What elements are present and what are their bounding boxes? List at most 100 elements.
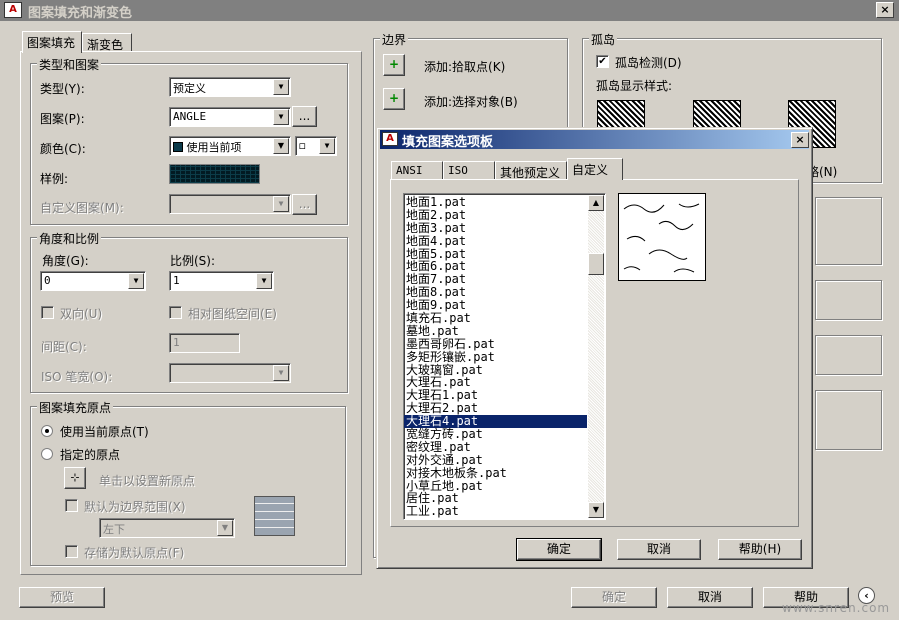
pattern-list[interactable]: 地面1.pat 地面2.pat 地面3.pat 地面4.pat 地面5.pat 地面6.p…	[403, 193, 606, 520]
select-objects-label: 添加:选择对象(B)	[424, 95, 518, 109]
close-button[interactable]: ×	[876, 2, 894, 18]
none-color-icon: ◻	[299, 139, 306, 152]
store-default-label: 存储为默认原点(F)	[84, 546, 185, 560]
type-value: 预定义	[173, 82, 206, 95]
dialog-title: 填充图案选项板	[380, 130, 809, 150]
pattern-select[interactable]: ANGLE ▼	[169, 107, 291, 127]
angle-select[interactable]: 0 ▼	[40, 271, 146, 291]
options-group	[815, 335, 882, 375]
group-label: 边界	[380, 31, 409, 48]
island-detect-label: 孤岛检测(D)	[615, 56, 682, 70]
type-label: 类型(Y):	[40, 82, 85, 96]
spacing-input[interactable]: 1	[169, 333, 240, 353]
scale-select[interactable]: 1 ▼	[169, 271, 274, 291]
double-checkbox[interactable]	[41, 306, 54, 319]
background-color-select[interactable]: ◻ ▼	[295, 136, 337, 156]
watermark: www.snren.com	[782, 601, 891, 615]
pick-points-label: 添加:拾取点(K)	[424, 60, 506, 74]
angle-value: 0	[44, 274, 51, 287]
type-select[interactable]: 预定义 ▼	[169, 77, 291, 97]
group-label: 角度和比例	[37, 230, 102, 247]
relative-checkbox[interactable]	[169, 306, 182, 319]
radio-dot	[45, 429, 49, 433]
use-current-origin-radio[interactable]	[41, 425, 53, 437]
custom-pattern-select[interactable]: ▼	[169, 194, 291, 214]
chevron-down-icon: ▼	[273, 365, 289, 381]
scale-value: 1	[173, 274, 180, 287]
app-icon: A	[4, 2, 22, 18]
scrollbar[interactable]: ▲ ▼	[588, 195, 604, 518]
tab-other-predefined[interactable]: 其他预定义	[495, 161, 567, 180]
palette-cancel-button[interactable]: 取消	[617, 539, 701, 560]
default-extent-checkbox[interactable]	[65, 499, 78, 512]
window-title: 图案填充和渐变色	[0, 0, 899, 21]
tab-custom[interactable]: 自定义	[567, 158, 623, 180]
dialog-close-button[interactable]: ×	[791, 132, 809, 148]
hatch-palette-dialog: 填充图案选项板 A × ANSI ISO 其他预定义 自定义 地面1.pat 地面…	[376, 127, 813, 569]
ok-button[interactable]: 确定	[571, 587, 657, 608]
pick-point-icon: ⊹	[70, 471, 80, 484]
options-group	[815, 197, 882, 265]
preview-button[interactable]: 预览	[19, 587, 105, 608]
palette-ok-button[interactable]: 确定	[516, 538, 602, 561]
tab-iso[interactable]: ISO	[443, 161, 495, 180]
pattern-value: ANGLE	[173, 110, 207, 123]
scale-label: 比例(S):	[170, 254, 216, 268]
default-extent-label: 默认为边界范围(X)	[84, 500, 186, 514]
palette-help-button[interactable]: 帮助(H)	[718, 539, 802, 560]
marble-pattern-icon	[623, 203, 700, 273]
double-label: 双向(U)	[60, 307, 103, 321]
color-value: 使用当前项	[186, 141, 242, 154]
pattern-list-item[interactable]: 工业.pat	[404, 505, 587, 518]
pattern-list-item[interactable]: 宽缝方砖.pat	[404, 428, 587, 441]
specified-origin-radio[interactable]	[41, 448, 53, 460]
island-detect-checkbox[interactable]: ✔	[596, 55, 609, 68]
group-label: 孤岛	[589, 31, 618, 48]
group-label: 图案填充原点	[37, 399, 114, 416]
custom-browse-button[interactable]: ...	[292, 194, 317, 215]
iso-pen-select[interactable]: ▼	[169, 363, 291, 383]
pattern-swatch[interactable]	[169, 164, 260, 184]
origin-position-select[interactable]: 左下 ▼	[99, 518, 235, 538]
chevron-down-icon: ▼	[217, 520, 233, 536]
add-icon: +	[388, 91, 400, 105]
pattern-list-item[interactable]: 对接木地板条.pat	[404, 466, 587, 480]
color-select[interactable]: 使用当前项 ▼	[169, 136, 291, 156]
pattern-list-item[interactable]: 墨西哥卵石.pat	[404, 337, 587, 351]
scroll-thumb[interactable]	[588, 253, 604, 275]
scroll-up-button[interactable]: ▲	[588, 195, 604, 211]
select-objects-button[interactable]: +	[383, 88, 405, 110]
relative-label: 相对图纸空间(E)	[188, 307, 277, 321]
pattern-browse-button[interactable]: ...	[292, 106, 317, 127]
pattern-list-item[interactable]: 填充石.pat	[404, 312, 587, 325]
specified-origin-label: 指定的原点	[60, 448, 121, 462]
use-current-origin-label: 使用当前原点(T)	[60, 425, 149, 439]
pattern-list-item[interactable]: 密纹理.pat	[404, 440, 587, 454]
chevron-down-icon: ▼	[273, 109, 289, 125]
pattern-list-item[interactable]: 地面1.pat	[404, 196, 587, 209]
swatch-label: 样例:	[40, 172, 69, 186]
pattern-list-item[interactable]: 地面2.pat	[404, 208, 587, 222]
add-icon: +	[388, 57, 400, 71]
color-label: 颜色(C):	[40, 142, 86, 156]
angle-label: 角度(G):	[42, 254, 89, 268]
pattern-list-item[interactable]: 地面3.pat	[404, 221, 587, 235]
origin-position-value: 左下	[103, 523, 125, 536]
scroll-down-button[interactable]: ▼	[588, 502, 604, 518]
app-icon: A	[382, 132, 398, 146]
chevron-down-icon: ▼	[256, 273, 272, 289]
chevron-down-icon: ▼	[319, 138, 335, 154]
pattern-list-item[interactable]: 墓地.pat	[404, 324, 587, 338]
options-group	[815, 390, 882, 450]
group-label: 类型和图案	[37, 56, 102, 73]
pick-points-button[interactable]: +	[383, 54, 405, 76]
tab-ansi[interactable]: ANSI	[391, 161, 443, 180]
tab-hatch[interactable]: 图案填充	[22, 31, 82, 53]
store-default-checkbox[interactable]	[65, 545, 78, 558]
cancel-button[interactable]: 取消	[667, 587, 753, 608]
pattern-list-item[interactable]: 多矩形镶嵌.pat	[404, 350, 587, 364]
pattern-list-item[interactable]: 地面4.pat	[404, 234, 587, 248]
pattern-list-item[interactable]: 对外交通.pat	[404, 453, 587, 467]
set-origin-button[interactable]: ⊹	[64, 467, 86, 489]
tab-gradient[interactable]: 渐变色	[82, 33, 132, 52]
